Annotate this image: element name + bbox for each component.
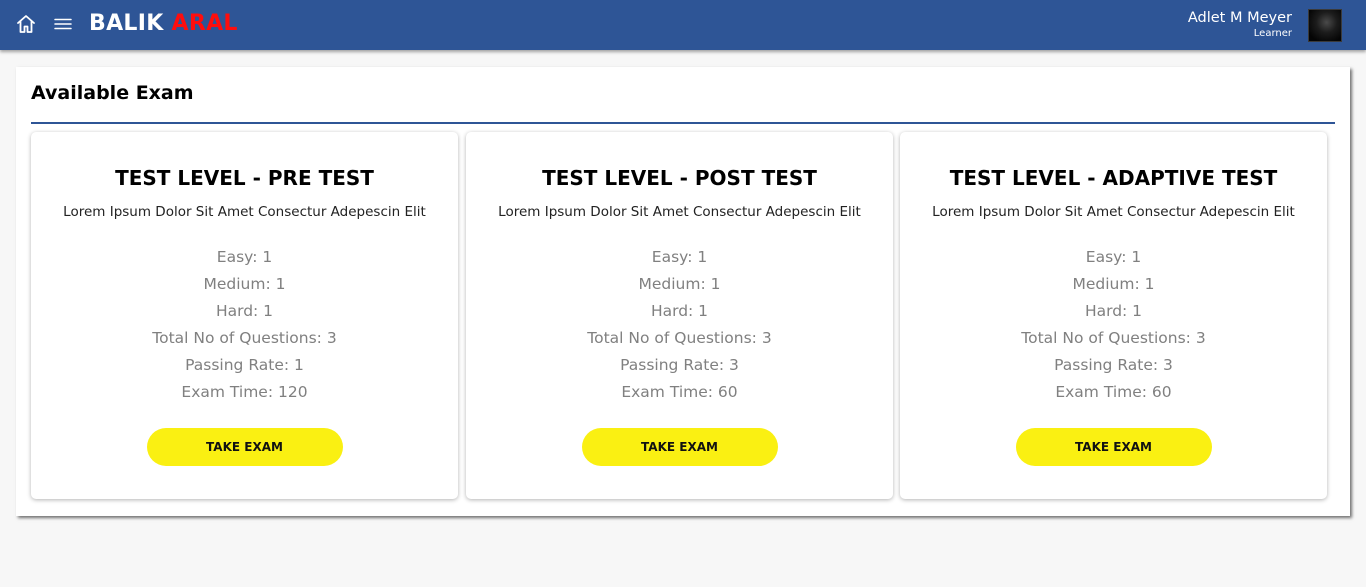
stat-passing-rate: Passing Rate: 1 <box>185 356 304 374</box>
exam-card-description: Lorem Ipsum Dolor Sit Amet Consectur Ade… <box>63 204 426 220</box>
brand-name-part2: ARAL <box>171 11 238 36</box>
brand-logo[interactable]: BALIK ARAL <box>89 11 238 36</box>
stat-total-questions: Total No of Questions: 3 <box>152 329 337 347</box>
exam-card-pre-test: TEST LEVEL - PRE TEST Lorem Ipsum Dolor … <box>31 132 458 499</box>
stat-hard: Hard: 1 <box>1084 302 1143 320</box>
stat-easy: Easy: 1 <box>216 248 273 266</box>
exam-card-title: TEST LEVEL - ADAPTIVE TEST <box>949 166 1278 190</box>
stat-total-questions: Total No of Questions: 3 <box>1021 329 1206 347</box>
title-divider <box>31 122 1335 124</box>
stat-passing-rate: Passing Rate: 3 <box>1054 356 1173 374</box>
take-exam-button[interactable]: TAKE EXAM <box>146 428 343 466</box>
stat-exam-time: Exam Time: 60 <box>1055 383 1172 401</box>
stat-passing-rate: Passing Rate: 3 <box>620 356 739 374</box>
exam-card-title: TEST LEVEL - PRE TEST <box>115 166 374 190</box>
exam-card-adaptive-test: TEST LEVEL - ADAPTIVE TEST Lorem Ipsum D… <box>900 132 1327 499</box>
exam-card-title: TEST LEVEL - POST TEST <box>542 166 817 190</box>
exam-card-post-test: TEST LEVEL - POST TEST Lorem Ipsum Dolor… <box>466 132 893 499</box>
user-role: Learner <box>1253 28 1292 39</box>
stat-total-questions: Total No of Questions: 3 <box>587 329 772 347</box>
page-title: Available Exam <box>31 82 194 104</box>
home-icon[interactable] <box>15 13 37 35</box>
user-info[interactable]: Adlet M Meyer Learner <box>1188 9 1292 40</box>
brand-name-part1: BALIK <box>89 11 164 36</box>
available-exam-panel: Available Exam TEST LEVEL - PRE TEST Lor… <box>16 67 1350 516</box>
stat-hard: Hard: 1 <box>650 302 709 320</box>
exam-card-description: Lorem Ipsum Dolor Sit Amet Consectur Ade… <box>932 204 1295 220</box>
take-exam-button[interactable]: TAKE EXAM <box>1015 428 1212 466</box>
stat-exam-time: Exam Time: 120 <box>181 383 308 401</box>
exam-stats: Easy: 1 Medium: 1 Hard: 1 Total No of Qu… <box>31 244 458 406</box>
exam-stats: Easy: 1 Medium: 1 Hard: 1 Total No of Qu… <box>466 244 893 406</box>
stat-medium: Medium: 1 <box>638 275 721 293</box>
user-name: Adlet M Meyer <box>1187 10 1292 26</box>
stat-medium: Medium: 1 <box>1072 275 1155 293</box>
exam-stats: Easy: 1 Medium: 1 Hard: 1 Total No of Qu… <box>900 244 1327 406</box>
hamburger-menu-icon[interactable] <box>52 13 74 35</box>
user-avatar[interactable] <box>1308 9 1342 42</box>
stat-hard: Hard: 1 <box>215 302 274 320</box>
take-exam-button[interactable]: TAKE EXAM <box>581 428 778 466</box>
top-navigation-bar: BALIK ARAL Adlet M Meyer Learner <box>0 0 1366 50</box>
exam-card-description: Lorem Ipsum Dolor Sit Amet Consectur Ade… <box>498 204 861 220</box>
stat-exam-time: Exam Time: 60 <box>621 383 738 401</box>
stat-medium: Medium: 1 <box>203 275 286 293</box>
stat-easy: Easy: 1 <box>1085 248 1142 266</box>
stat-easy: Easy: 1 <box>651 248 708 266</box>
